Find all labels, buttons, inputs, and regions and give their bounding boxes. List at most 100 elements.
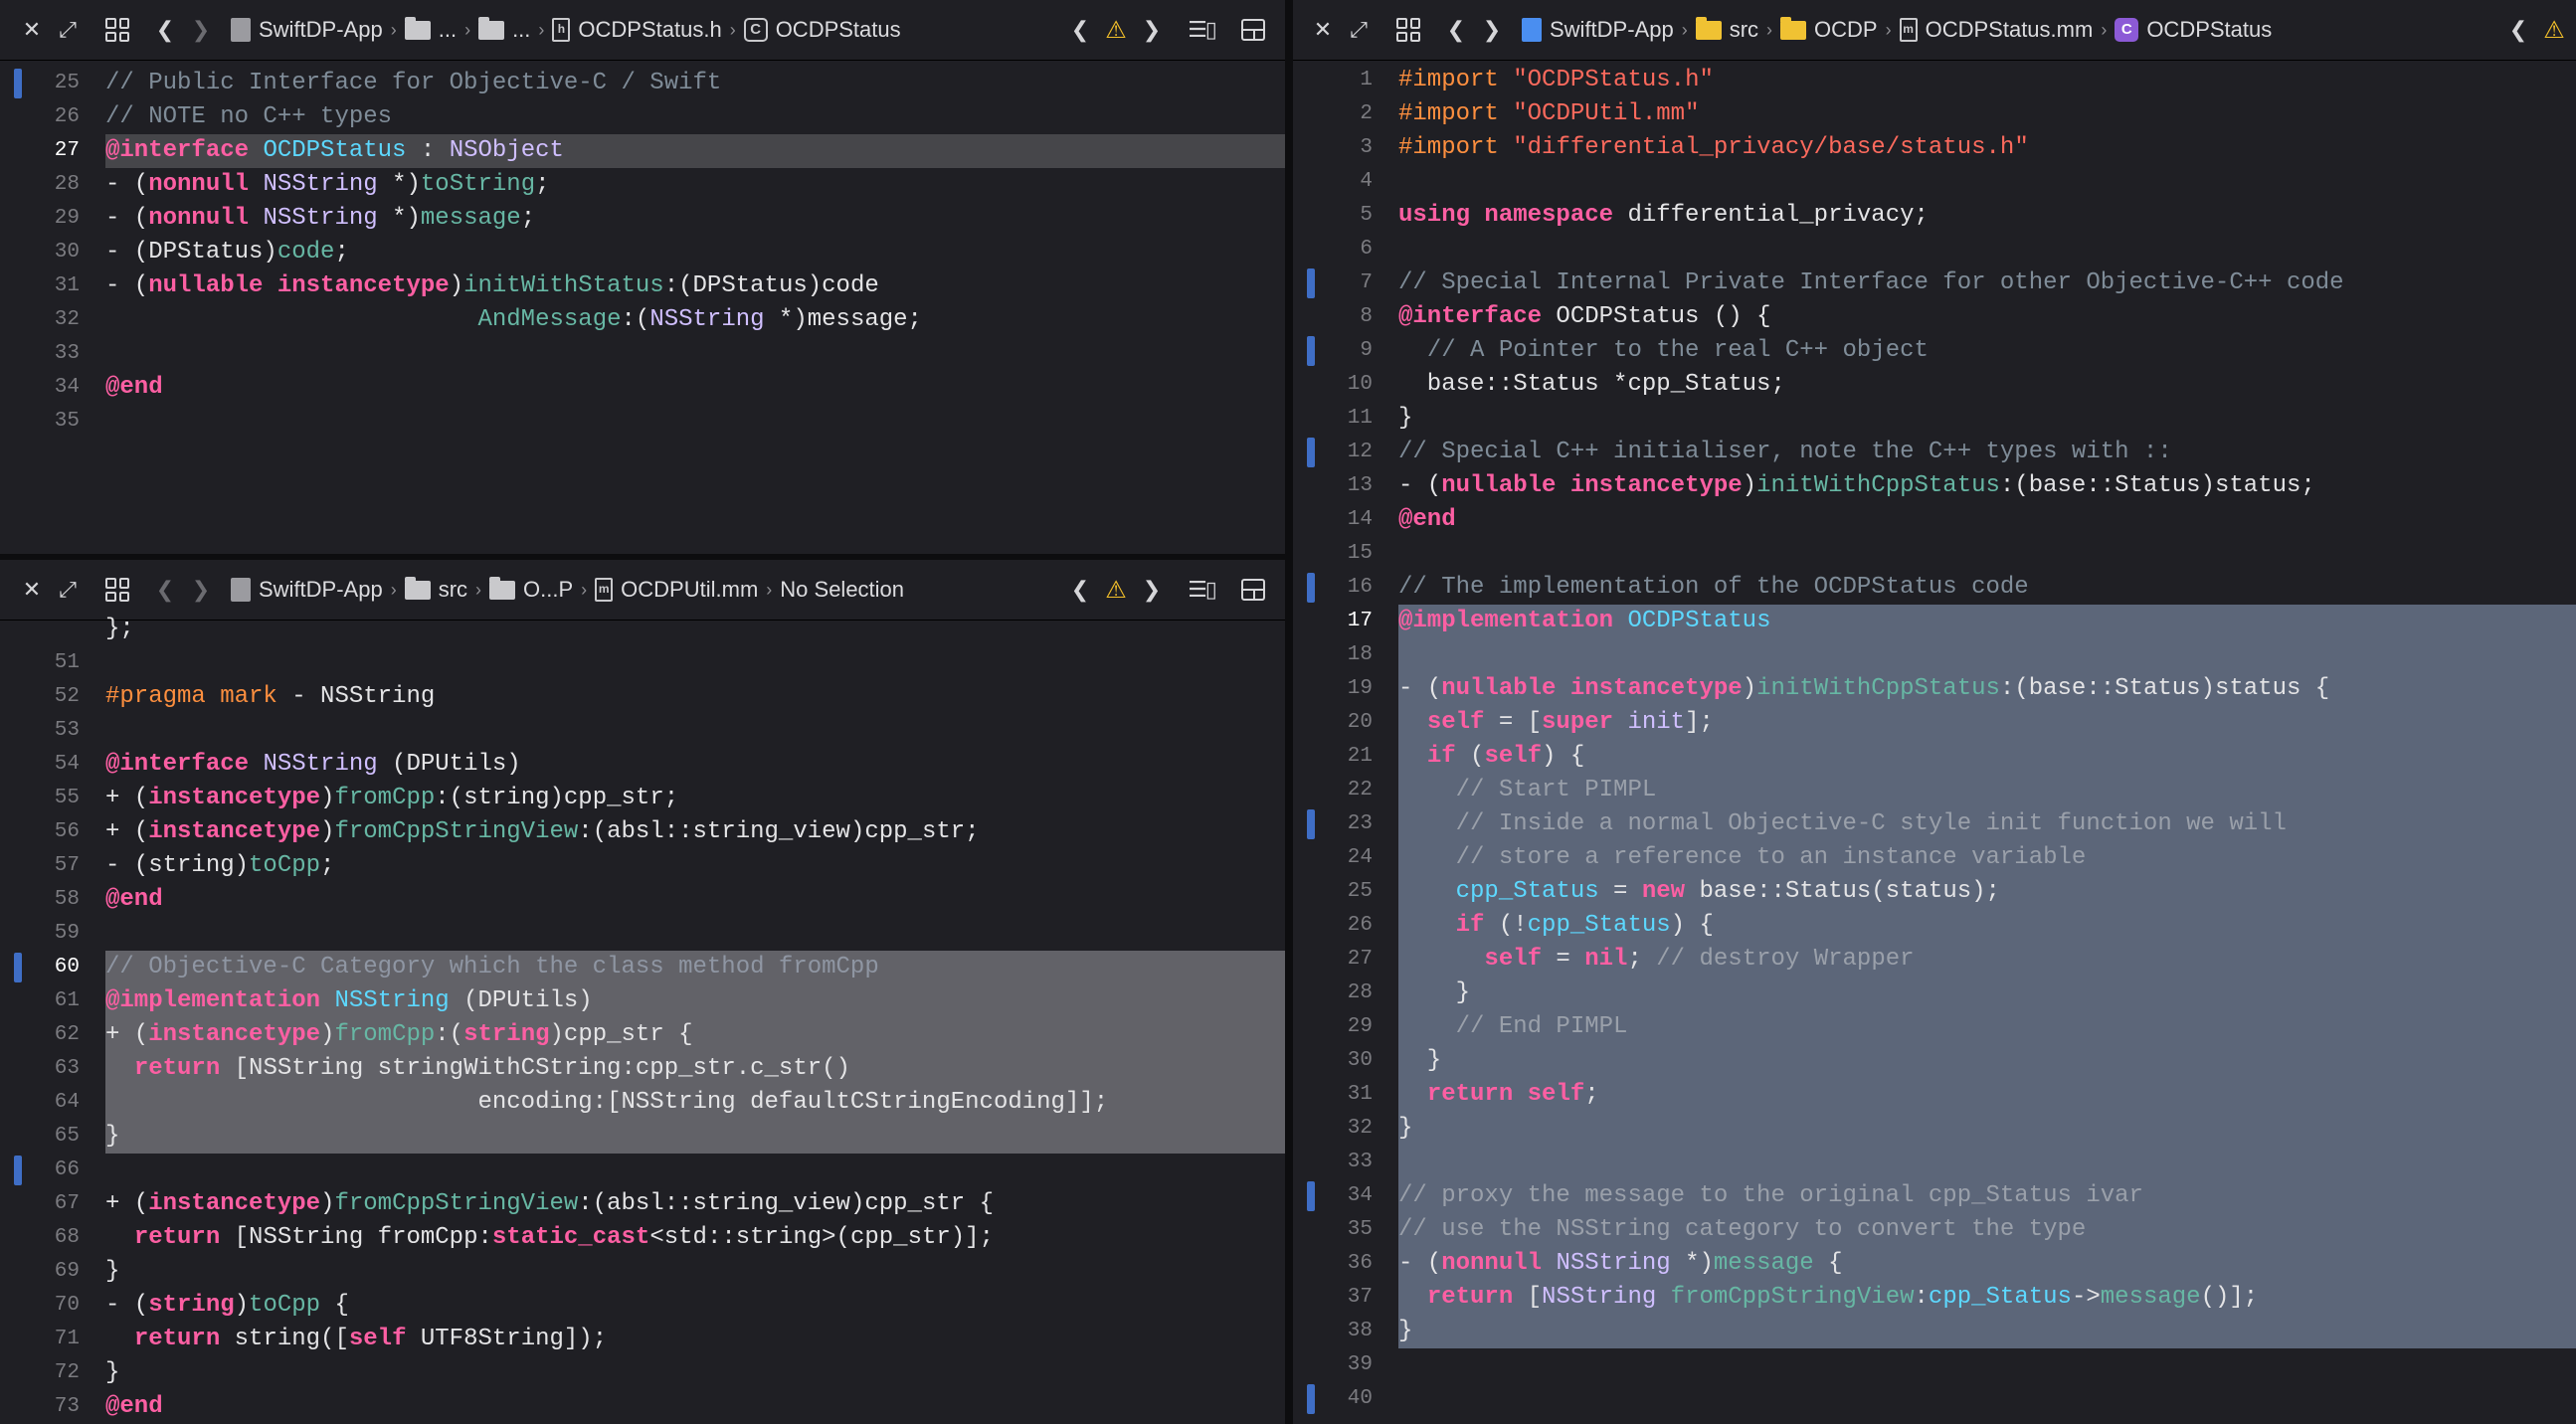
code-line[interactable]: 13 - (nullable instancetype)initWithCppSt… [1293,469,2576,503]
code-editor[interactable]: 1 #import "OCDPStatus.h" 2 #import "OCDPUti… [1293,64,2576,1424]
code-line[interactable]: 10 base::Status *cpp_Status; [1293,368,2576,402]
breadcrumb-file[interactable]: h OCDPStatus.h [552,17,722,43]
warning-icon[interactable]: ⚠ [2536,10,2572,50]
code-line[interactable]: 31 return self; [1293,1078,2576,1112]
breadcrumb-folder[interactable]: OCDP [1780,16,1878,43]
code-line[interactable]: 30 } [1293,1044,2576,1078]
code-line[interactable]: 39 [1293,1348,2576,1382]
code-line[interactable]: 1 #import "OCDPStatus.h" [1293,64,2576,97]
code-line[interactable]: 2 #import "OCDPUtil.mm" [1293,97,2576,131]
code-line[interactable]: 7 // Special Internal Private Interface f… [1293,267,2576,300]
code-line[interactable]: 53 [0,714,1285,748]
code-line[interactable]: 5 using namespace differential_privacy; [1293,199,2576,233]
previous-issue-icon[interactable]: ❮ [2500,10,2536,50]
code-line[interactable]: 54 @interface NSString (DPUtils) [0,748,1285,782]
code-line[interactable]: 29 // End PIMPL [1293,1010,2576,1044]
code-editor[interactable]: }; 51 52 #pragma mark - NSString 53 54 @interf… [0,613,1285,1424]
code-line[interactable]: 72} [0,1356,1285,1390]
breadcrumb-symbol[interactable]: C OCDPStatus [2115,17,2272,43]
add-editor-icon[interactable] [1235,10,1271,50]
code-line[interactable]: 57 - (string)toCpp; [0,849,1285,883]
forward-chevron-icon[interactable]: ❯ [183,10,219,50]
code-line[interactable]: 58 @end [0,883,1285,917]
back-chevron-icon[interactable]: ❮ [147,10,183,50]
code-line[interactable]: 40 [1293,1382,2576,1416]
code-line[interactable]: 24 // store a reference to an instance v… [1293,841,2576,875]
code-line[interactable]: 35 // use the NSString category to conver… [1293,1213,2576,1247]
code-line[interactable]: 20 self = [super init]; [1293,706,2576,740]
code-line[interactable]: 62 + (instancetype)fromCpp:(string)cpp_st… [0,1018,1285,1052]
breadcrumb-project[interactable]: SwiftDP-App [231,577,383,603]
code-line[interactable]: 61 @implementation NSString (DPUtils) [0,984,1285,1018]
previous-issue-icon[interactable]: ❮ [1062,570,1098,610]
code-line[interactable]: 37 return [NSString fromCppStringView:cp… [1293,1281,2576,1315]
code-editor[interactable]: 25 // Public Interface for Objective-C / … [0,67,1285,554]
code-line[interactable]: 55 + (instancetype)fromCpp:(string)cpp_st… [0,782,1285,815]
code-line[interactable]: 25 cpp_Status = new base::Status(status)… [1293,875,2576,909]
code-line[interactable]: 34 // proxy the message to the original c… [1293,1179,2576,1213]
code-line[interactable]: 25 // Public Interface for Objective-C / … [0,67,1285,100]
code-line[interactable]: 38} [1293,1315,2576,1348]
code-line[interactable]: 21 if (self) { [1293,740,2576,774]
editor-options-icon[interactable]: ☰▯ [1184,570,1219,610]
code-line[interactable]: 33 [1293,1146,2576,1179]
code-line[interactable]: 51 [0,646,1285,680]
close-icon[interactable]: ✕ [1305,10,1341,50]
expand-icon[interactable]: ⤢ [50,10,86,50]
next-issue-icon[interactable]: ❯ [1134,10,1170,50]
close-icon[interactable]: ✕ [14,570,50,610]
code-line[interactable]: 15 [1293,537,2576,571]
breadcrumb-project[interactable]: SwiftDP-App [1522,17,1674,43]
code-line[interactable]: 71 return string([self UTF8String]); [0,1323,1285,1356]
breadcrumb-file[interactable]: m OCDPStatus.mm [1899,17,2093,43]
code-line[interactable]: 23 // Inside a normal Objective-C style … [1293,807,2576,841]
breadcrumb-folder[interactable]: ... [478,16,530,43]
breadcrumb-file[interactable]: m OCDPUtil.mm [595,577,758,603]
code-line[interactable]: 56 + (instancetype)fromCppStringView:(abs… [0,815,1285,849]
warning-icon[interactable]: ⚠ [1098,10,1134,50]
code-line[interactable]: 27 self = nil; // destroy Wrapper [1293,943,2576,977]
code-line[interactable]: 35 [0,405,1285,439]
code-line[interactable]: 6 [1293,233,2576,267]
code-line[interactable]: 52 #pragma mark - NSString [0,680,1285,714]
code-line[interactable]: 31 - (nullable instancetype)initWithStatu… [0,269,1285,303]
breadcrumb-symbol[interactable]: C OCDPStatus [743,17,901,43]
code-line[interactable]: 67 + (instancetype)fromCppStringView:(abs… [0,1187,1285,1221]
code-line[interactable]: 29 - (nonnull NSString *)message; [0,202,1285,236]
code-line[interactable]: 28 - (nonnull NSString *)toString; [0,168,1285,202]
code-line[interactable]: 3 #import "differential_privacy/base/stat… [1293,131,2576,165]
add-editor-icon[interactable] [1235,570,1271,610]
code-line[interactable]: 36 - (nonnull NSString *)message { [1293,1247,2576,1281]
expand-icon[interactable]: ⤢ [1341,10,1377,50]
previous-issue-icon[interactable]: ❮ [1062,10,1098,50]
code-line[interactable]: 4 [1293,165,2576,199]
code-line[interactable]: 34 @end [0,371,1285,405]
code-line[interactable]: 22 // Start PIMPL [1293,774,2576,807]
code-line[interactable]: }; [0,613,1285,646]
code-line[interactable]: 60 // Objective-C Category which the clas… [0,951,1285,984]
code-line[interactable]: 8 @interface OCDPStatus () { [1293,300,2576,334]
next-issue-icon[interactable]: ❯ [1134,570,1170,610]
code-line[interactable]: 30 - (DPStatus)code; [0,236,1285,269]
related-items-grid-icon[interactable] [99,570,135,610]
code-line[interactable]: 12 // Special C++ initialiser, note the C… [1293,436,2576,469]
code-line[interactable]: 9 // A Pointer to the real C++ object [1293,334,2576,368]
code-line[interactable]: 32 AndMessage:(NSString *)message; [0,303,1285,337]
forward-chevron-icon[interactable]: ❯ [1474,10,1510,50]
code-line[interactable]: 18 [1293,638,2576,672]
code-line[interactable]: 19 - (nullable instancetype)initWithCppSt… [1293,672,2576,706]
code-line[interactable]: 11} [1293,402,2576,436]
code-line[interactable]: 26 if (!cpp_Status) { [1293,909,2576,943]
expand-icon[interactable]: ⤢ [50,570,86,610]
breadcrumb-folder[interactable]: src [404,576,467,603]
code-line[interactable]: 66 [0,1154,1285,1187]
breadcrumb-folder[interactable]: src [1695,16,1758,43]
related-items-grid-icon[interactable] [1390,10,1426,50]
code-line[interactable]: 17 @implementation OCDPStatus [1293,605,2576,638]
related-items-grid-icon[interactable] [99,10,135,50]
breadcrumb-folder[interactable]: O...P [489,576,573,603]
back-chevron-icon[interactable]: ❮ [1438,10,1474,50]
warning-icon[interactable]: ⚠ [1098,570,1134,610]
code-line[interactable]: 14 @end [1293,503,2576,537]
code-line[interactable]: 59 [0,917,1285,951]
